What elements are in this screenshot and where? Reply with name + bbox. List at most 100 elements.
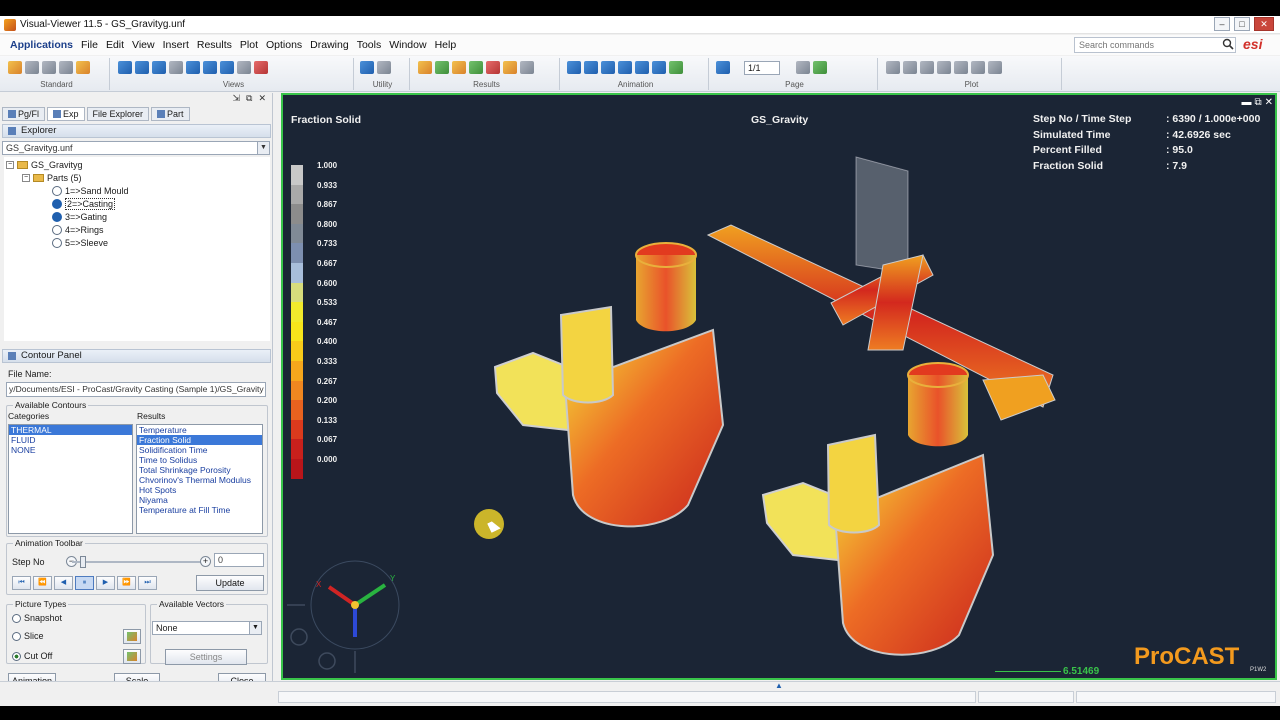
close-button[interactable]: ✕ <box>1254 17 1274 31</box>
casting-model[interactable]: Y X <box>283 95 1275 678</box>
step-no-input[interactable]: 0 <box>214 553 264 567</box>
explorer-file-combo[interactable]: GS_Gravityg.unf ▼ <box>2 141 270 155</box>
tab-part[interactable]: Part <box>151 107 190 121</box>
page-layout-icon[interactable] <box>796 61 810 74</box>
part-visibility-toggle[interactable] <box>52 186 62 196</box>
step-slider-thumb[interactable] <box>80 556 86 568</box>
result-item[interactable]: Chvorinov's Thermal Modulus <box>137 475 262 485</box>
menu-window[interactable]: Window <box>389 39 426 51</box>
result-item[interactable]: Temperature <box>137 425 262 435</box>
anim-prev-icon[interactable] <box>601 61 615 74</box>
pin-icon[interactable]: ⇲ <box>232 93 240 104</box>
next-frame-button[interactable]: ▶ <box>96 576 115 590</box>
tree-part-rings[interactable]: 4=>Rings <box>52 224 104 236</box>
view-top-icon[interactable] <box>152 61 166 74</box>
cut-icon[interactable] <box>42 61 56 74</box>
tab-file-explorer[interactable]: File Explorer <box>86 107 150 121</box>
page-first-icon[interactable] <box>716 61 730 74</box>
rotate-icon[interactable] <box>169 61 183 74</box>
menu-results[interactable]: Results <box>197 39 232 51</box>
cutting-plane-icon[interactable] <box>452 61 466 74</box>
collapse-icon[interactable]: − <box>6 161 14 169</box>
part-visibility-toggle[interactable] <box>52 212 62 222</box>
tree-part-gating[interactable]: 3=>Gating <box>52 211 107 223</box>
first-frame-button[interactable]: ⏮ <box>12 576 31 590</box>
page-select[interactable]: 1/1 <box>744 61 780 75</box>
category-item[interactable]: FLUID <box>9 435 132 445</box>
menu-plot[interactable]: Plot <box>240 39 258 51</box>
tree-root[interactable]: − GS_Gravityg <box>6 159 83 171</box>
menu-view[interactable]: View <box>132 39 155 51</box>
save-icon[interactable] <box>25 61 39 74</box>
collapse-icon[interactable]: − <box>22 174 30 182</box>
tree-part-sand-mould[interactable]: 1=>Sand Mould <box>52 185 129 197</box>
step-increase-button[interactable]: + <box>200 556 211 567</box>
rewind-button[interactable]: ⏪ <box>33 576 52 590</box>
probe-icon[interactable] <box>486 61 500 74</box>
tree-part-sleeve[interactable]: 5=>Sleeve <box>52 237 108 249</box>
picture-type-cut-off[interactable]: Cut Off <box>12 651 52 661</box>
3d-viewport[interactable]: Y X Fraction Solid GS_Gravity Step No / … <box>281 93 1277 680</box>
anim-pause-icon[interactable] <box>618 61 632 74</box>
result-item[interactable]: Temperature at Fill Time <box>137 505 262 515</box>
menu-file[interactable]: File <box>81 39 98 51</box>
result-item[interactable]: Solidification Time <box>137 445 262 455</box>
view-front-icon[interactable] <box>118 61 132 74</box>
cut-off-settings-button[interactable] <box>123 649 141 664</box>
result-item[interactable]: Fraction Solid <box>137 435 262 445</box>
slice-settings-button[interactable] <box>123 629 141 644</box>
result-item[interactable]: Time to Solidus <box>137 455 262 465</box>
tree-part-casting[interactable]: 2=>Casting <box>52 198 116 210</box>
result-item[interactable]: Hot Spots <box>137 485 262 495</box>
category-item[interactable]: THERMAL <box>9 425 132 435</box>
copy-icon[interactable] <box>59 61 73 74</box>
zoom-box-icon[interactable] <box>237 61 251 74</box>
anim-record-icon[interactable] <box>669 61 683 74</box>
isosurface-icon[interactable] <box>435 61 449 74</box>
search-commands-input[interactable] <box>1074 37 1236 53</box>
vector-icon[interactable] <box>469 61 483 74</box>
plot-copy-icon[interactable] <box>920 61 934 74</box>
radio-button[interactable] <box>12 631 21 641</box>
zoom-icon[interactable] <box>220 61 234 74</box>
plot-add-icon[interactable] <box>903 61 917 74</box>
tree-parts[interactable]: − Parts (5) <box>22 172 82 184</box>
anim-first-icon[interactable] <box>567 61 581 74</box>
chevron-down-icon[interactable]: ▼ <box>249 622 261 634</box>
float-icon[interactable]: ⧉ <box>246 93 252 104</box>
paste-icon[interactable] <box>76 61 90 74</box>
menu-tools[interactable]: Tools <box>357 39 382 51</box>
reset-view-icon[interactable] <box>254 61 268 74</box>
step-slider-track[interactable] <box>72 561 204 563</box>
result-item[interactable]: Niyama <box>137 495 262 505</box>
measure-icon[interactable] <box>360 61 374 74</box>
plot-curve-icon[interactable] <box>954 61 968 74</box>
view-iso-icon[interactable] <box>135 61 149 74</box>
page-color-icon[interactable] <box>813 61 827 74</box>
plot-multi-icon[interactable] <box>971 61 985 74</box>
anim-next-icon[interactable] <box>635 61 649 74</box>
vector-settings-button[interactable]: Settings <box>165 649 247 665</box>
tab-pgfl[interactable]: Pg/Fl <box>2 107 46 121</box>
close-panel-icon[interactable]: ✕ <box>258 93 266 104</box>
pan-icon[interactable] <box>186 61 200 74</box>
radio-button[interactable] <box>12 651 21 661</box>
expand-up-icon[interactable]: ▲ <box>775 681 783 690</box>
anim-forward-icon[interactable] <box>652 61 666 74</box>
last-frame-button[interactable]: ⏭ <box>138 576 157 590</box>
contour-icon[interactable] <box>418 61 432 74</box>
viewport-minimize-icon[interactable]: ▬ <box>1241 97 1251 108</box>
tab-exp[interactable]: Exp <box>47 107 85 121</box>
picture-type-snapshot[interactable]: Snapshot <box>12 613 62 623</box>
results-settings-icon[interactable] <box>520 61 534 74</box>
part-visibility-toggle[interactable] <box>52 199 62 209</box>
minimize-button[interactable]: – <box>1214 17 1230 31</box>
maximize-button[interactable]: □ <box>1234 17 1250 31</box>
chevron-down-icon[interactable]: ▼ <box>257 142 269 154</box>
menu-insert[interactable]: Insert <box>163 39 189 51</box>
result-item[interactable]: Total Shrinkage Porosity <box>137 465 262 475</box>
update-button[interactable]: Update <box>196 575 264 591</box>
menu-drawing[interactable]: Drawing <box>310 39 349 51</box>
plot-fft-icon[interactable] <box>988 61 1002 74</box>
file-name-field[interactable]: y/Documents/ESI - ProCast/Gravity Castin… <box>6 382 266 397</box>
